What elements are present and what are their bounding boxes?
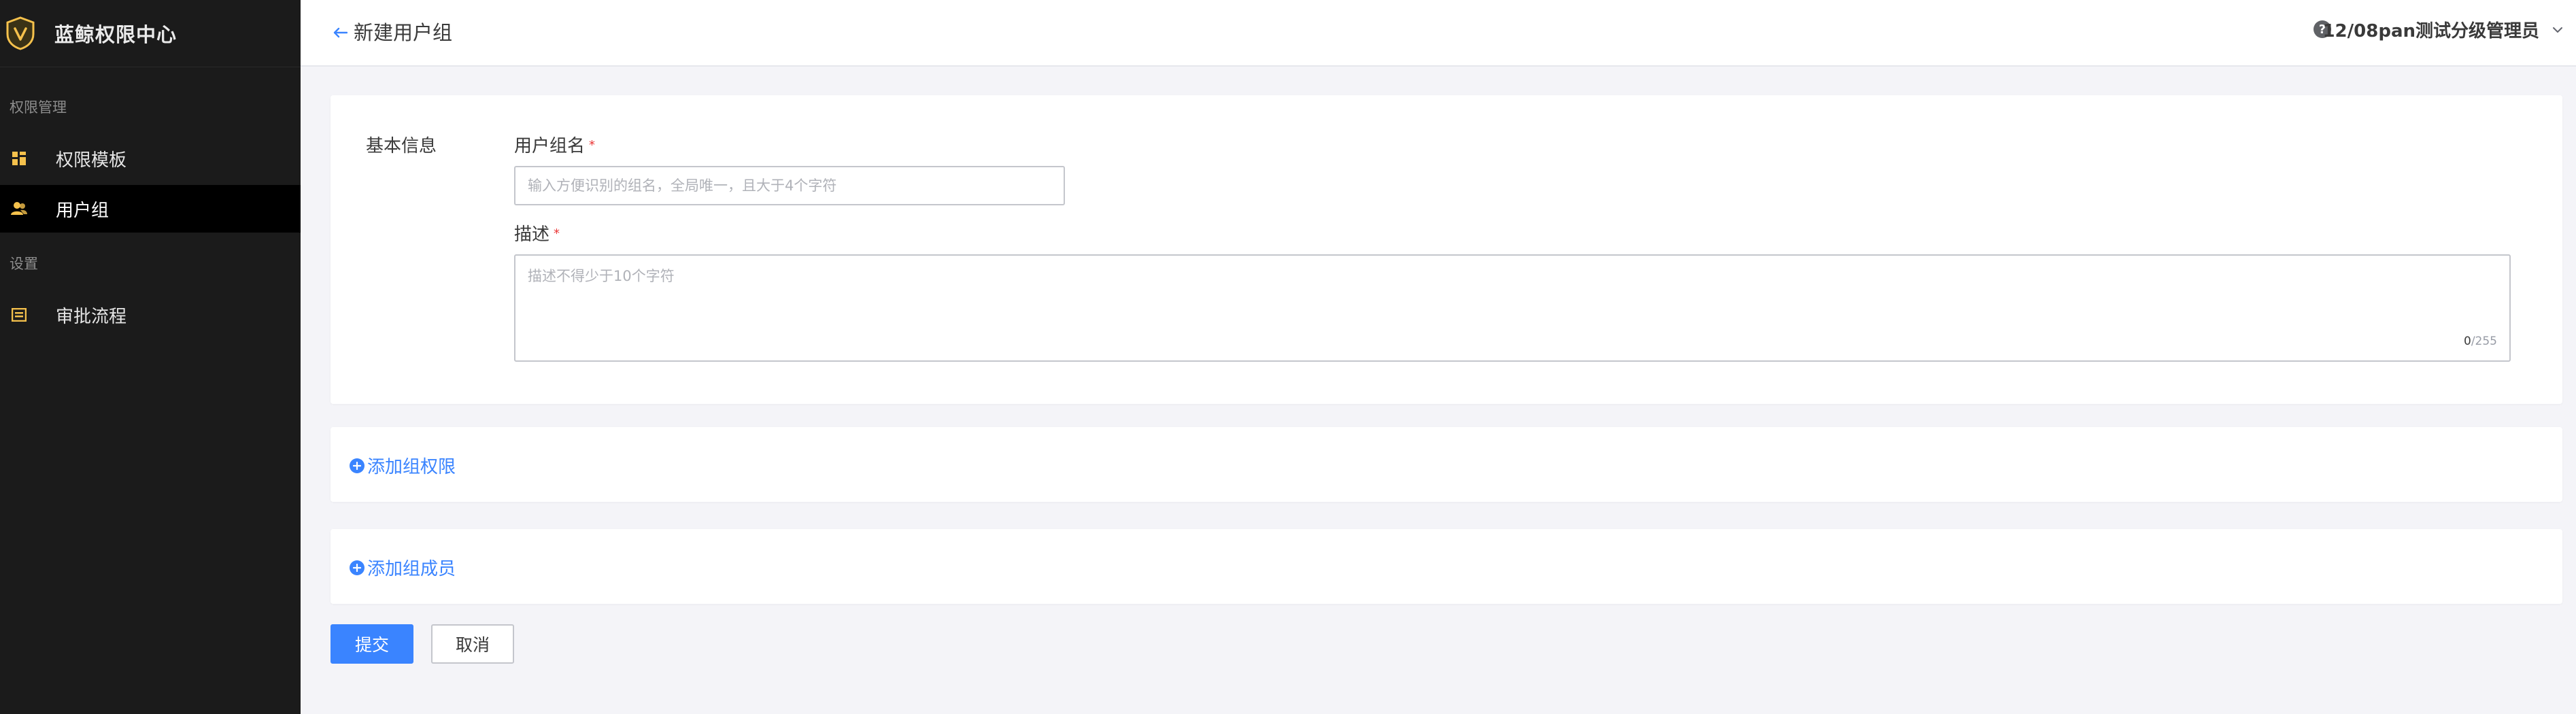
character-counter: 0/255 <box>2464 335 2497 348</box>
user-menu[interactable]: 12/08pan测试分级管理员 <box>2322 17 2564 42</box>
section-title: 基本信息 <box>366 136 437 156</box>
sidebar-item-permission-template[interactable]: 权限模板 <box>0 135 301 182</box>
page-title: 新建用户组 <box>354 21 453 44</box>
header: 新建用户组 ? 12/08pan测试分级管理员 <box>301 0 2576 67</box>
sidebar: 蓝鲸权限中心 权限管理 权限模板 用户组 设置 审批流程 <box>0 0 301 714</box>
group-name-label-text: 用户组名 <box>514 136 586 156</box>
users-icon <box>11 201 27 217</box>
character-count: 0 <box>2463 335 2471 348</box>
description-field-wrapper: 0/255 <box>514 254 2511 362</box>
required-mark: * <box>589 138 596 152</box>
add-member-label: 添加组成员 <box>367 559 456 579</box>
character-max: /255 <box>2471 335 2497 348</box>
basic-info-card: 基本信息 用户组名* 描述* 0/255 <box>331 95 2562 404</box>
add-permission-card: 添加组权限 <box>331 427 2562 502</box>
group-name-label: 用户组名 * <box>514 132 595 157</box>
add-member-link[interactable]: 添加组成员 <box>350 555 456 580</box>
plus-circle-icon <box>350 458 365 473</box>
sidebar-item-label: 用户组 <box>56 200 109 221</box>
description-label-text: 描述 <box>514 224 550 245</box>
sidebar-item-user-group[interactable]: 用户组 <box>0 185 301 233</box>
chevron-down-icon <box>2552 24 2564 36</box>
add-permission-label: 添加组权限 <box>367 457 456 477</box>
app-title: 蓝鲸权限中心 <box>54 23 177 46</box>
sidebar-item-label: 权限模板 <box>56 150 127 171</box>
logo-icon <box>3 16 38 51</box>
sidebar-item-approval-process[interactable]: 审批流程 <box>0 291 301 339</box>
cancel-button[interactable]: 取消 <box>431 624 514 664</box>
add-member-card: 添加组成员 <box>331 529 2562 604</box>
add-permission-link[interactable]: 添加组权限 <box>350 453 456 478</box>
group-name-input[interactable] <box>514 166 1065 205</box>
user-name: 12/08pan测试分级管理员 <box>2322 21 2539 41</box>
description-textarea[interactable] <box>515 256 2509 360</box>
submit-button[interactable]: 提交 <box>331 624 413 664</box>
nav-group-label-settings: 设置 <box>10 256 38 272</box>
approval-icon <box>11 307 27 323</box>
description-label: 描述 * <box>514 220 560 245</box>
grid-icon <box>11 150 27 167</box>
brand: 蓝鲸权限中心 <box>0 0 301 67</box>
required-mark: * <box>554 226 560 241</box>
back-arrow-icon[interactable] <box>328 20 352 45</box>
nav-group-label-permission: 权限管理 <box>10 99 67 116</box>
sidebar-item-label: 审批流程 <box>56 306 127 327</box>
plus-circle-icon <box>350 560 365 575</box>
